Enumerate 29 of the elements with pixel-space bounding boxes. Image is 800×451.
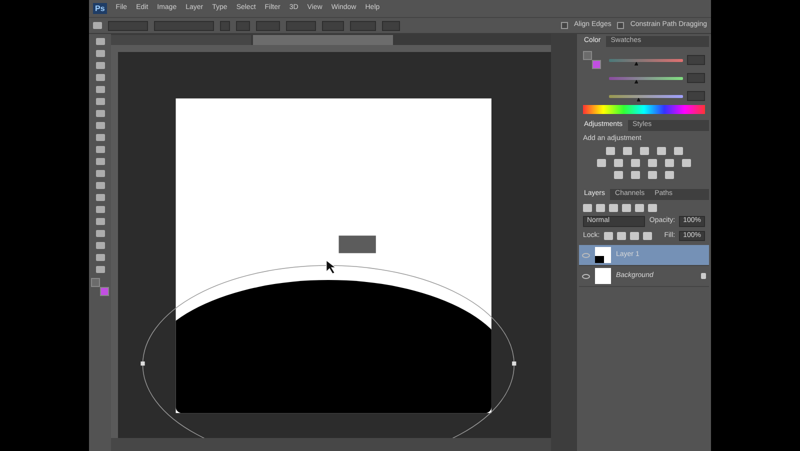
app-logo: Ps [93,2,107,14]
option-field[interactable] [220,20,230,30]
option-field[interactable] [236,20,250,30]
option-field[interactable] [322,20,344,30]
option-field[interactable] [350,20,376,30]
background-swatch[interactable] [100,287,109,296]
measurement-tooltip [338,236,376,254]
cursor-icon [326,260,336,274]
option-field[interactable] [154,20,214,30]
slider-thumb[interactable] [634,62,638,66]
ellipse-path-drawing[interactable] [140,263,516,438]
background-swatch[interactable] [592,60,601,69]
slider-thumb[interactable] [636,98,641,102]
layer-thumbnail [595,268,611,284]
checkbox[interactable] [617,22,624,29]
color-spectrum[interactable] [583,105,705,114]
checkbox[interactable] [560,22,568,29]
value-field[interactable] [687,73,705,83]
slider-thumb[interactable] [634,80,638,84]
option-field[interactable] [108,20,148,30]
foreground-swatch[interactable] [583,51,592,60]
option-field[interactable] [286,20,316,30]
layer-thumbnail [595,247,611,264]
value-field[interactable] [687,55,705,65]
option-field[interactable] [382,20,400,30]
value-field[interactable] [687,91,705,101]
foreground-swatch[interactable] [91,278,100,287]
option-field[interactable] [256,20,280,30]
eye-icon[interactable] [582,274,590,279]
